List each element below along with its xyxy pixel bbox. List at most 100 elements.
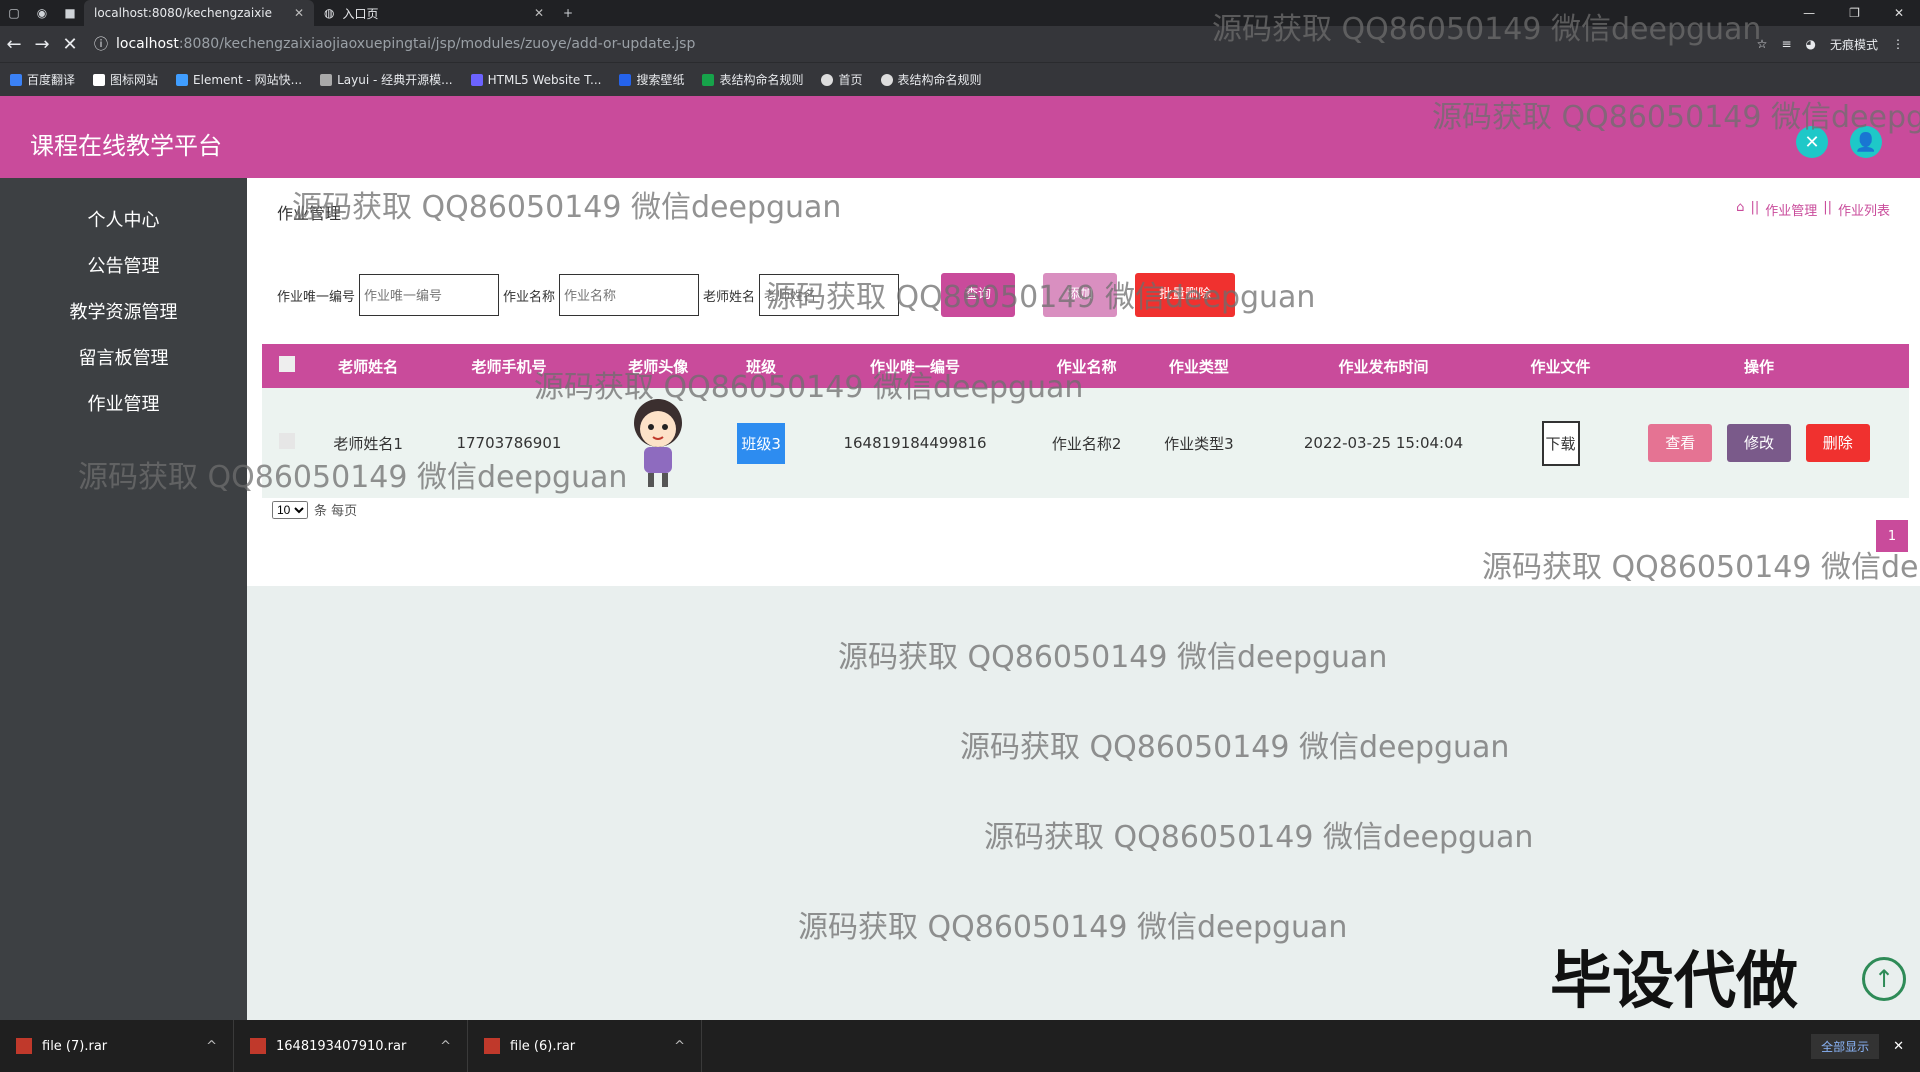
homework-table: 老师姓名 老师手机号 老师头像 班级 作业唯一编号 作业名称 作业类型 作业发布… xyxy=(262,344,1909,498)
back-to-top-icon[interactable]: ↑ xyxy=(1862,957,1906,1001)
bookmark-item[interactable]: 百度翻译 xyxy=(10,71,75,88)
sidebar: 个人中心 公告管理 教学资源管理 留言板管理 作业管理 xyxy=(0,178,247,1020)
window-icon[interactable]: ■ xyxy=(56,6,84,20)
bookmarks-bar: 百度翻译 图标网站 Element - 网站快... Layui - 经典开源模… xyxy=(0,62,1920,96)
show-all-button[interactable]: 全部显示 xyxy=(1811,1033,1880,1059)
home-icon[interactable]: ⌂ xyxy=(1736,200,1744,219)
window-controls: — ❐ ✕ xyxy=(1803,6,1920,20)
tab-title: localhost:8080/kechengzaixie xyxy=(94,6,273,20)
teacher-label: 老师姓名 xyxy=(703,289,756,305)
close-icon[interactable]: ✕ xyxy=(1893,1039,1904,1054)
watermark: 源码获取 QQ86050149 微信deepguan xyxy=(984,820,1534,855)
add-button[interactable]: 添加 xyxy=(1043,273,1118,317)
fullscreen-icon[interactable]: ✕ xyxy=(1796,126,1828,158)
cell-time: 2022-03-25 15:04:04 xyxy=(1303,434,1464,452)
breadcrumb-sep: || xyxy=(1750,200,1760,215)
download-item[interactable]: 1648193407910.rar ^ xyxy=(234,1020,468,1072)
close-window-icon[interactable]: ✕ xyxy=(1894,6,1904,20)
rar-icon xyxy=(16,1038,32,1054)
col-phone: 老师手机号 xyxy=(471,357,547,376)
incognito-icon: ◕ xyxy=(1805,37,1816,51)
bookmark-item[interactable]: 搜索壁纸 xyxy=(619,71,684,88)
rar-icon xyxy=(484,1038,500,1054)
name-input[interactable] xyxy=(559,274,700,316)
cell-file: 下载 xyxy=(1512,388,1609,498)
app-title: 课程在线教学平台 xyxy=(30,132,222,160)
code-label: 作业唯一编号 xyxy=(277,289,356,305)
sidebar-item-homework[interactable]: 作业管理 xyxy=(0,382,247,428)
info-icon[interactable]: ⓘ xyxy=(94,34,108,54)
table-header-row: 老师姓名 老师手机号 老师头像 班级 作业唯一编号 作业名称 作业类型 作业发布… xyxy=(262,344,1909,388)
page-number-button[interactable]: 1 xyxy=(1876,520,1908,552)
reading-list-icon[interactable]: ≡ xyxy=(1781,37,1791,51)
bookmark-item[interactable]: 表结构命名规则 xyxy=(702,71,803,88)
tab-search-icon[interactable]: ▢ xyxy=(0,6,28,20)
bookmark-item[interactable]: HTML5 Website T... xyxy=(470,73,601,87)
bookmark-item[interactable]: Layui - 经典开源模... xyxy=(320,71,453,88)
sidebar-item-notice[interactable]: 公告管理 xyxy=(0,244,247,290)
cell-phone: 17703786901 xyxy=(456,434,562,452)
app-icon[interactable]: ◉ xyxy=(28,6,56,20)
star-icon[interactable]: ☆ xyxy=(1757,37,1768,51)
watermark: 源码获取 QQ86050149 微信deepguan xyxy=(960,730,1510,765)
breadcrumb-item[interactable]: 作业管理 xyxy=(1765,200,1817,219)
bookmark-item[interactable]: Element - 网站快... xyxy=(176,71,302,88)
main-content: 作业管理 ⌂ || 作业管理 || 作业列表 作业唯一编号 作业名称 老师姓名 … xyxy=(247,178,1920,586)
new-tab-icon[interactable]: + xyxy=(554,6,582,20)
forward-icon[interactable]: → xyxy=(28,34,56,55)
address-bar: ← → ✕ ⓘ localhost:8080/kechengzaixiaojia… xyxy=(0,26,1920,62)
user-icon[interactable]: 👤 xyxy=(1850,126,1882,158)
tab-localhost[interactable]: localhost:8080/kechengzaixie ✕ xyxy=(84,0,314,26)
delete-button[interactable]: 删除 xyxy=(1805,424,1870,462)
sidebar-item-messages[interactable]: 留言板管理 xyxy=(0,336,247,382)
col-time: 作业发布时间 xyxy=(1338,357,1429,376)
cell-type: 作业类型3 xyxy=(1164,434,1234,453)
url-path: :8080/kechengzaixiaojiaoxuepingtai/jsp/m… xyxy=(178,36,696,52)
restore-icon[interactable]: ❐ xyxy=(1849,6,1860,20)
close-icon[interactable]: ✕ xyxy=(294,6,304,20)
profile-label[interactable]: 无痕模式 xyxy=(1830,36,1878,53)
menu-icon[interactable]: ⋮ xyxy=(1892,37,1904,51)
name-label: 作业名称 xyxy=(503,289,556,305)
tab-entry[interactable]: ◍ 入口页 ✕ xyxy=(314,0,554,26)
breadcrumb: ⌂ || 作业管理 || 作业列表 xyxy=(1736,200,1890,219)
select-all-checkbox[interactable] xyxy=(279,356,295,372)
teacher-input[interactable] xyxy=(759,274,900,316)
query-button[interactable]: 查询 xyxy=(941,273,1016,317)
breadcrumb-sep: || xyxy=(1823,200,1832,215)
browser-tab-strip: ▢ ◉ ■ localhost:8080/kechengzaixie ✕ ◍ 入… xyxy=(0,0,1920,26)
pager: 10 条 每页 xyxy=(272,500,357,519)
sidebar-item-personal[interactable]: 个人中心 xyxy=(0,198,247,244)
chevron-up-icon[interactable]: ^ xyxy=(440,1039,451,1054)
bookmark-item[interactable]: 首页 xyxy=(821,71,863,88)
watermark: 源码获取 QQ86050149 微信deepguan xyxy=(838,640,1388,675)
bookmark-item[interactable]: 图标网站 xyxy=(93,71,158,88)
col-type: 作业类型 xyxy=(1168,357,1229,376)
rar-icon xyxy=(250,1038,266,1054)
chevron-up-icon[interactable]: ^ xyxy=(674,1039,685,1054)
chevron-up-icon[interactable]: ^ xyxy=(206,1039,217,1054)
minimize-icon[interactable]: — xyxy=(1803,6,1815,20)
view-button[interactable]: 查看 xyxy=(1648,424,1713,462)
url-field[interactable]: ⓘ localhost:8080/kechengzaixiaojiaoxuepi… xyxy=(94,34,695,54)
close-icon[interactable]: ✕ xyxy=(534,6,544,20)
globe-icon: ◍ xyxy=(324,6,335,20)
back-icon[interactable]: ← xyxy=(0,34,28,55)
stop-icon[interactable]: ✕ xyxy=(56,34,84,55)
col-avatar: 老师头像 xyxy=(628,357,689,376)
page-size-select[interactable]: 10 xyxy=(272,500,308,519)
col-class: 班级 xyxy=(746,357,777,376)
code-input[interactable] xyxy=(359,274,500,316)
row-checkbox[interactable] xyxy=(279,433,295,449)
tab-title: 入口页 xyxy=(342,6,379,21)
col-code: 作业唯一编号 xyxy=(870,357,961,376)
download-item[interactable]: file (6).rar ^ xyxy=(468,1020,702,1072)
download-item[interactable]: file (7).rar ^ xyxy=(0,1020,234,1072)
search-form: 作业唯一编号 作业名称 老师姓名 查询 添加 批量删除 xyxy=(277,273,1236,317)
promo-text: 毕设代做 xyxy=(1550,944,1799,1017)
sidebar-item-resources[interactable]: 教学资源管理 xyxy=(0,290,247,336)
edit-button[interactable]: 修改 xyxy=(1727,424,1791,462)
bookmark-item[interactable]: 表结构命名规则 xyxy=(880,71,982,88)
download-button[interactable]: 下载 xyxy=(1541,420,1580,466)
batch-delete-button[interactable]: 批量删除 xyxy=(1135,273,1236,317)
